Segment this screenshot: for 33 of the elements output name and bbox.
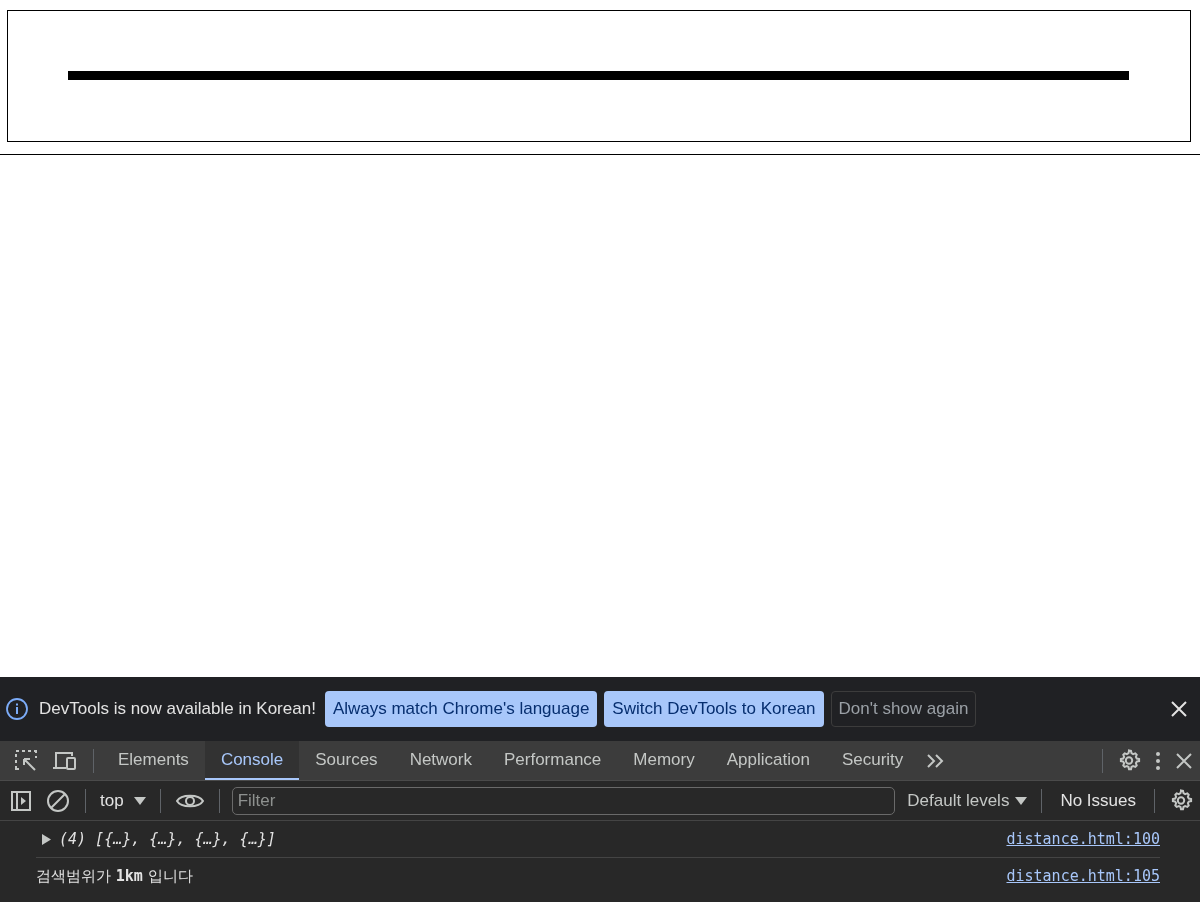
panel-tab[interactable]: Sources <box>299 741 394 780</box>
console-object[interactable]: (4) [{…}, {…}, {…}, {…}] <box>59 830 276 848</box>
panel-tab[interactable]: Console <box>204 741 300 780</box>
more-options-icon[interactable] <box>1155 750 1161 771</box>
panel-tab[interactable]: Memory <box>617 741 711 780</box>
context-dropdown[interactable]: top <box>94 790 152 811</box>
infobar-button[interactable]: Don't show again <box>830 691 977 727</box>
device-toolbar-icon[interactable] <box>52 749 78 772</box>
close-icon[interactable] <box>1175 751 1193 770</box>
settings-icon[interactable] <box>1170 789 1193 812</box>
source-link[interactable]: distance.html:105 <box>1006 867 1160 885</box>
dropdown-arrow-icon <box>1015 795 1028 806</box>
sidebar-toggle-icon[interactable] <box>10 789 32 812</box>
expand-arrow-icon[interactable] <box>42 833 51 845</box>
dropdown-arrow-icon <box>133 795 146 806</box>
panel-tab[interactable]: Performance <box>488 741 618 780</box>
source-link[interactable]: distance.html:100 <box>1006 830 1160 848</box>
panel-tab[interactable]: Security <box>825 741 920 780</box>
panel-tab[interactable]: Elements <box>102 741 205 780</box>
settings-icon[interactable] <box>1118 749 1141 772</box>
console-message: 검색범위가 1km 입니다 <box>36 866 193 886</box>
panel-tab[interactable]: Network <box>393 741 488 780</box>
infobar-button[interactable]: Switch DevTools to Korean <box>604 691 824 727</box>
info-message: DevTools is now available in Korean! <box>39 699 316 719</box>
panel-tab[interactable]: Application <box>710 741 826 780</box>
clear-console-icon[interactable] <box>46 788 70 813</box>
close-icon[interactable] <box>1170 700 1188 718</box>
filter-field[interactable]: Filter <box>231 786 896 815</box>
log-levels-dropdown[interactable]: Default levels <box>901 790 1034 811</box>
issues-button[interactable]: No Issues <box>1050 790 1146 811</box>
info-icon <box>6 698 28 720</box>
element-picker-icon[interactable] <box>14 748 38 773</box>
infobar-button[interactable]: Always match Chrome's language <box>324 691 598 727</box>
